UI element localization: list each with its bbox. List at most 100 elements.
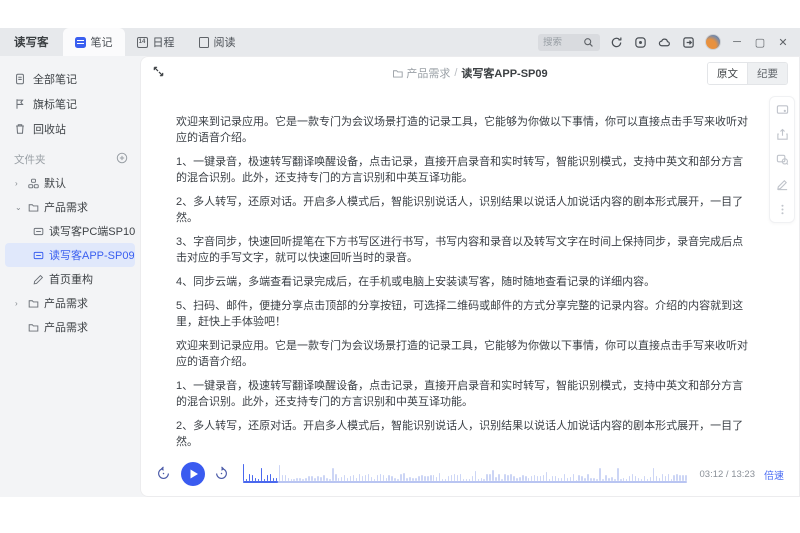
current-time: 03:12: [700, 469, 724, 480]
transcript-paragraph: 1、一键录音，极速转写翻译唤醒设备，点击记录，直接开启录音和实时转写，智能识别模…: [176, 378, 754, 410]
record-icon[interactable]: [633, 35, 648, 50]
group-icon: [28, 178, 39, 189]
edit-pen-icon[interactable]: [776, 178, 789, 191]
waveform-seekbar[interactable]: [243, 464, 687, 484]
folder-icon: [28, 202, 39, 213]
tree-item-label: 默认: [44, 175, 66, 191]
tree-item-label: 产品需求: [44, 295, 88, 311]
sidebar-item-all-notes[interactable]: 全部笔记: [0, 66, 140, 91]
tab-reading-label: 阅读: [214, 34, 236, 50]
avatar[interactable]: [705, 34, 721, 50]
search-box[interactable]: [538, 34, 600, 51]
transcript-paragraph: 5、扫码、邮件，便捷分享点击顶部的分享按钮，可选择二维码或邮件的方式分享完整的记…: [176, 298, 754, 330]
app-name: 读写客: [0, 28, 63, 56]
tree-item-label: 首页重构: [49, 271, 93, 287]
folder-icon: [28, 322, 39, 333]
play-icon: [189, 469, 199, 479]
share-icon[interactable]: [776, 128, 789, 141]
sidebar-item-label: 旗标笔记: [33, 96, 77, 112]
plus-circle-icon: [116, 152, 128, 164]
chevron-right-icon: ›: [15, 299, 23, 308]
breadcrumb-folder[interactable]: 产品需求: [392, 65, 450, 81]
side-tool-rail: [769, 96, 795, 223]
tab-notes-label: 笔记: [91, 34, 113, 50]
search-input[interactable]: [543, 37, 579, 48]
more-dots-icon[interactable]: [776, 203, 789, 216]
breadcrumb: 产品需求 / 读写客APP-SP09: [392, 65, 547, 81]
sidebar-item-product-req-2[interactable]: › 产品需求: [5, 291, 135, 315]
play-button[interactable]: [181, 462, 205, 486]
notes-icon: [75, 37, 86, 48]
sidebar-item-flagged-notes[interactable]: 旗标笔记: [0, 91, 140, 116]
pencil-icon: [33, 274, 44, 285]
summary-button[interactable]: 纪要: [748, 63, 787, 84]
sidebar-item-note-pc-sp10[interactable]: 读写客PC端SP10: [5, 219, 135, 243]
view-toggle: 原文 纪要: [707, 62, 788, 85]
breadcrumb-folder-label: 产品需求: [406, 65, 450, 81]
tree-item-label: 读写客PC端SP10: [49, 223, 135, 239]
rewind-icon[interactable]: [156, 466, 172, 482]
app-window: 读写客 笔记 14 日程 阅读: [0, 28, 800, 497]
waveform-bars: [243, 464, 687, 481]
sidebar-item-label: 回收站: [33, 121, 66, 137]
transcript-content[interactable]: 欢迎来到记录应用。它是一款专门为会议场景打造的记录工具，它能够为你做以下事情，你…: [140, 90, 800, 457]
tab-notes[interactable]: 笔记: [63, 28, 125, 56]
folders-label: 文件夹: [14, 152, 46, 167]
titlebar-actions: ─ ▢ ✕: [538, 28, 800, 56]
screen: 读写客 笔记 14 日程 阅读: [0, 0, 800, 533]
progress-track: [243, 481, 687, 484]
forward-icon[interactable]: [214, 466, 230, 482]
folder-icon: [28, 298, 39, 309]
calendar-icon: 14: [137, 37, 148, 48]
transcript-paragraph: 2、多人转写，还原对话。开启多人模式后，智能识别说话人，识别结果以说话人加说话内…: [176, 418, 754, 450]
trash-icon: [14, 123, 26, 135]
transcript-paragraph: 欢迎来到记录应用。它是一款专门为会议场景打造的记录工具，它能够为你做以下事情，你…: [176, 114, 754, 146]
expand-icon[interactable]: [152, 65, 168, 81]
main-panel: 产品需求 / 读写客APP-SP09 原文 纪要: [140, 56, 800, 497]
sidebar-item-trash[interactable]: 回收站: [0, 116, 140, 141]
tab-schedule-label: 日程: [153, 34, 175, 50]
transcript-paragraph: 3、字音同步，快速回听提笔在下方书写区进行书写，书写内容和录音以及转写文字在时间…: [176, 234, 754, 266]
sidebar-item-note-app-sp09[interactable]: 读写客APP-SP09: [5, 243, 135, 267]
time-display: 03:12 / 13:23: [700, 469, 755, 480]
close-button[interactable]: ✕: [776, 36, 790, 49]
sidebar-item-default[interactable]: › 默认: [5, 171, 135, 195]
transcript-paragraph: 欢迎来到记录应用。它是一款专门为会议场景打造的记录工具，它能够为你做以下事情，你…: [176, 338, 754, 370]
sync-icon[interactable]: [609, 35, 624, 50]
sidebar-item-home-refactor[interactable]: 首页重构: [5, 267, 135, 291]
save-card-icon[interactable]: [776, 103, 789, 116]
sidebar-item-product-req-1[interactable]: ⌄ 产品需求: [5, 195, 135, 219]
tab-schedule[interactable]: 14 日程: [125, 28, 187, 56]
folders-header: 文件夹: [0, 147, 140, 171]
book-icon: [199, 37, 209, 48]
sidebar-item-label: 全部笔记: [33, 71, 77, 87]
maximize-button[interactable]: ▢: [753, 36, 767, 49]
tree-item-label: 产品需求: [44, 319, 88, 335]
body: 全部笔记 旗标笔记 回收站 文件夹 ›: [0, 56, 800, 497]
tree-item-label: 产品需求: [44, 199, 88, 215]
translate-search-icon[interactable]: [776, 153, 789, 166]
chevron-down-icon: ⌄: [15, 203, 23, 212]
main-header: 产品需求 / 读写客APP-SP09 原文 纪要: [140, 56, 800, 90]
original-text-button[interactable]: 原文: [708, 63, 748, 84]
progress-played: [243, 481, 278, 484]
flag-icon: [14, 98, 26, 110]
playback-speed-button[interactable]: 倍速: [764, 467, 784, 482]
sidebar: 全部笔记 旗标笔记 回收站 文件夹 ›: [0, 56, 140, 497]
export-icon[interactable]: [681, 35, 696, 50]
transcript-paragraph: 2、多人转写，还原对话。开启多人模式后，智能识别说话人，识别结果以说话人加说话内…: [176, 194, 754, 226]
sidebar-item-product-req-3[interactable]: 产品需求: [5, 315, 135, 339]
note-card-icon: [33, 226, 44, 237]
transcript-paragraph: 4、同步云端，多端查看记录完成后，在手机或电脑上安装读写客，随时随地查看记录的详…: [176, 274, 754, 290]
tab-reading[interactable]: 阅读: [187, 28, 248, 56]
audio-player: 03:12 / 13:23 倍速: [140, 457, 800, 497]
minimize-button[interactable]: ─: [730, 36, 744, 48]
add-folder-button[interactable]: [116, 152, 128, 167]
cloud-icon[interactable]: [657, 35, 672, 50]
total-time: 13:23: [731, 469, 755, 480]
folder-icon: [392, 68, 403, 79]
note-card-icon: [33, 250, 44, 261]
transcript-paragraph: 1、一键录音，极速转写翻译唤醒设备，点击记录，直接开启录音和实时转写，智能识别模…: [176, 154, 754, 186]
chevron-right-icon: ›: [15, 179, 23, 188]
page-title: 读写客APP-SP09: [461, 65, 547, 81]
